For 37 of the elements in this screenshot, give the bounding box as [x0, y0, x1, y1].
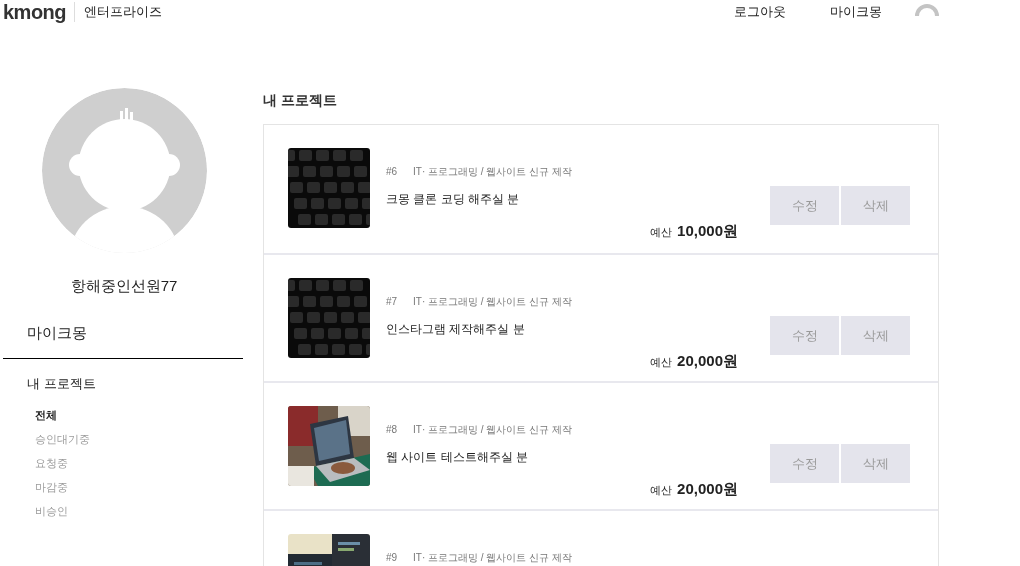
budget-label: 예산 [650, 483, 673, 498]
project-number: #9 [386, 551, 399, 565]
sidebar-title: 마이크몽 [3, 321, 243, 359]
sidebar-item[interactable]: 비승인 [3, 498, 243, 523]
budget-amount: 20,000원 [677, 479, 738, 499]
sidebar-heading: 내 프로젝트 [26, 375, 97, 393]
edit-button[interactable]: 수정 [770, 186, 839, 225]
sidebar-item[interactable]: 승인대기중 [3, 426, 243, 451]
project-number: #8 [386, 423, 399, 437]
nav-link[interactable]: 로그아웃 [734, 2, 786, 22]
project-category: IT· 프로그래밍 / 웹사이트 신규 제작 [413, 423, 572, 437]
sidebar-item[interactable]: 요청중 [3, 450, 243, 475]
delete-button[interactable]: 삭제 [841, 316, 910, 355]
delete-button[interactable]: 삭제 [841, 444, 910, 483]
delete-button[interactable]: 삭제 [841, 186, 910, 225]
project-category: IT· 프로그래밍 / 웹사이트 신규 제작 [413, 295, 572, 309]
sidebar-item[interactable]: 전체 [3, 402, 243, 427]
section-label: 엔터프라이즈 [83, 3, 163, 22]
avatar-silhouette-icon [41, 88, 207, 253]
page-title: 내 프로젝트 [263, 91, 338, 110]
edit-button[interactable]: 수정 [770, 444, 839, 483]
project-number: #7 [386, 295, 399, 309]
nav-link[interactable]: 마이크몽 [830, 2, 882, 22]
edit-button[interactable]: 수정 [770, 316, 839, 355]
project-category: IT· 프로그래밍 / 웹사이트 신규 제작 [413, 551, 572, 565]
project-number: #6 [386, 165, 399, 179]
sidebar-item[interactable]: 마감중 [3, 474, 243, 499]
project-category: IT· 프로그래밍 / 웹사이트 신규 제작 [413, 165, 572, 179]
project-title: 웹 사이트 테스트해주실 분 [386, 449, 529, 466]
user-name: 항해중인선원77 [69, 276, 179, 296]
project-title: 크몽 클론 코딩 해주실 분 [386, 191, 521, 208]
budget-label: 예산 [650, 355, 673, 370]
budget-amount: 20,000원 [677, 351, 738, 371]
logo[interactable]: kmong [3, 2, 76, 22]
budget-label: 예산 [650, 225, 673, 240]
budget-amount: 10,000원 [677, 221, 738, 241]
project-title: 인스타그램 제작해주실 분 [386, 321, 526, 338]
